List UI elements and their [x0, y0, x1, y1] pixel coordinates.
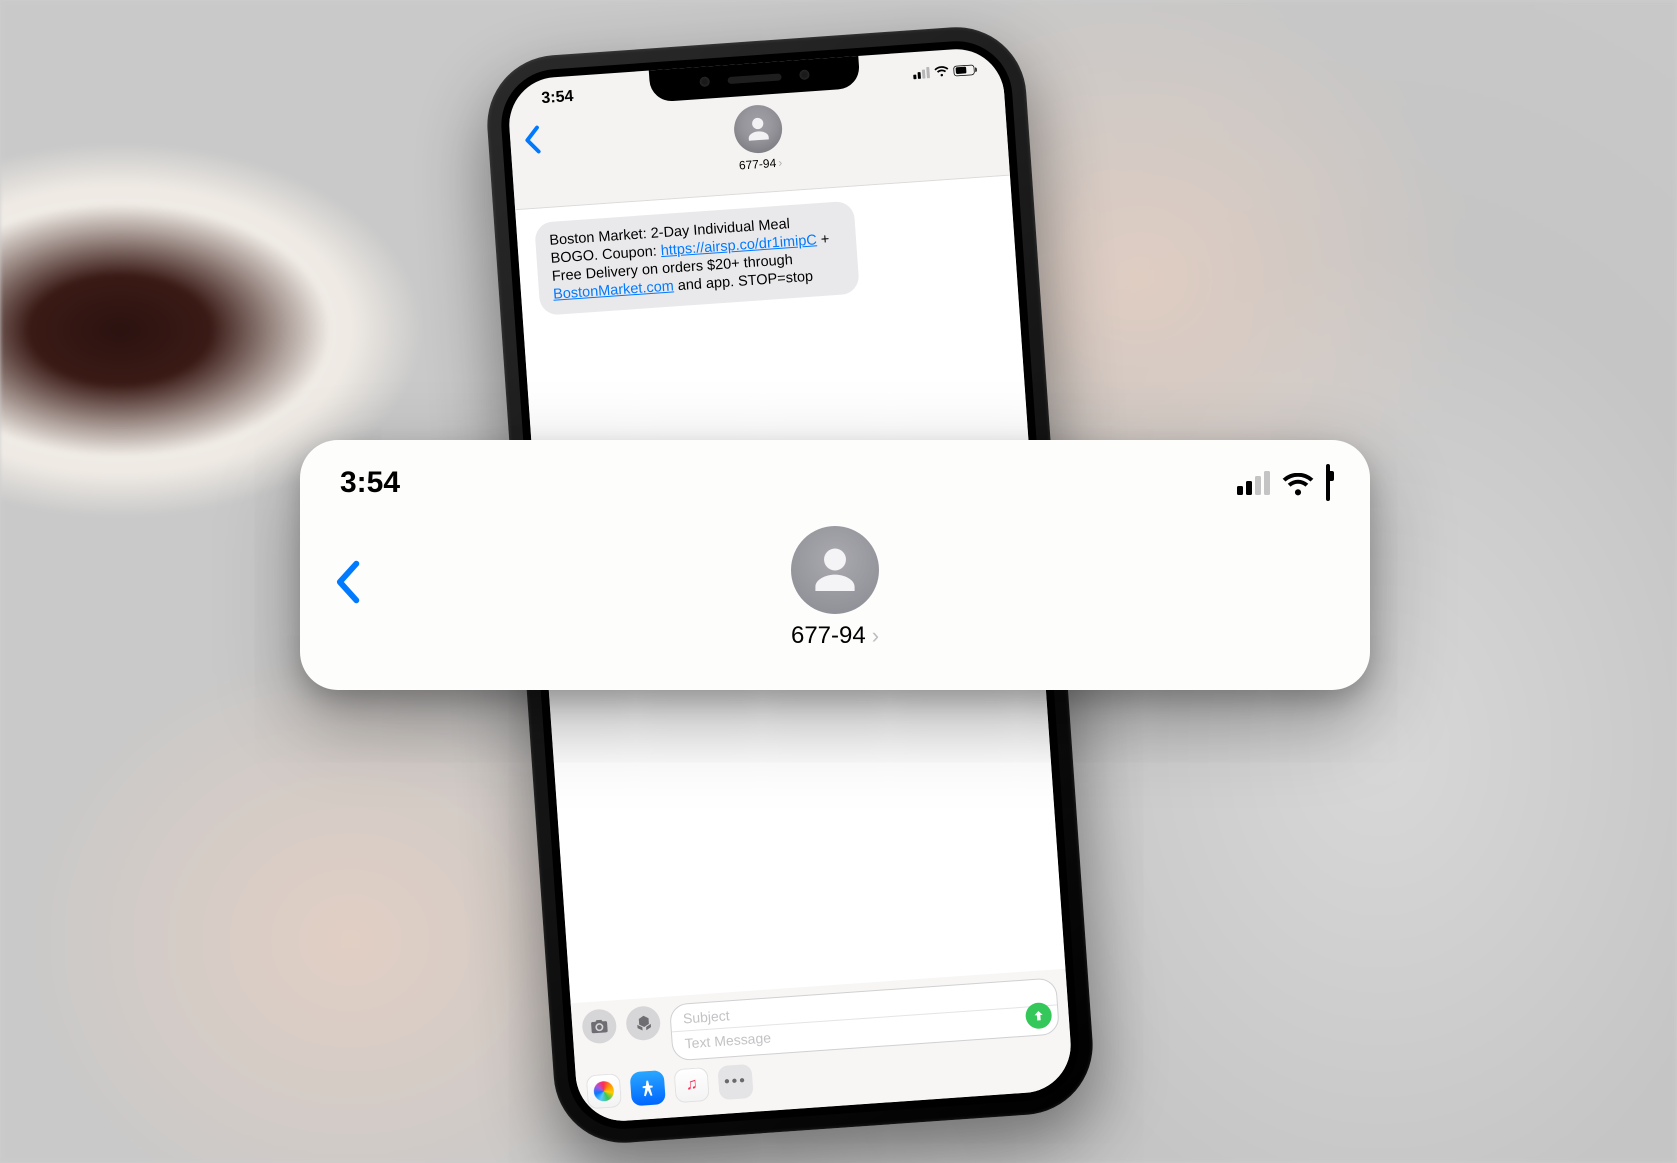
apps-button[interactable]	[625, 1005, 661, 1041]
send-button[interactable]	[1025, 1002, 1053, 1030]
back-button[interactable]	[523, 124, 544, 162]
contact-header[interactable]: 677-94 ›	[733, 103, 785, 172]
contact-avatar-icon	[791, 526, 879, 614]
chevron-right-icon: ›	[872, 623, 879, 649]
contact-avatar-icon	[733, 103, 784, 154]
wifi-icon	[1282, 471, 1314, 495]
message-bubble[interactable]: Boston Market: 2-Day Individual Meal BOG…	[534, 201, 860, 316]
battery-icon	[953, 64, 975, 76]
app-store-icon[interactable]	[630, 1070, 666, 1106]
contact-header[interactable]: 677-94 ›	[340, 522, 1330, 650]
status-time: 3:54	[535, 88, 574, 109]
sensor-icon	[799, 69, 810, 80]
cellular-signal-icon	[1237, 471, 1270, 495]
battery-icon	[1326, 466, 1330, 500]
front-camera-icon	[699, 76, 710, 87]
more-apps-button[interactable]: •••	[717, 1064, 753, 1100]
camera-button[interactable]	[581, 1008, 617, 1044]
header-callout: 3:54 677-94 ›	[300, 440, 1370, 690]
contact-name: 677-94	[791, 622, 866, 650]
photos-app-icon[interactable]	[586, 1073, 622, 1109]
wifi-icon	[934, 65, 950, 77]
speaker-grille-icon	[727, 73, 781, 84]
chevron-right-icon: ›	[778, 156, 783, 170]
cellular-signal-icon	[913, 66, 930, 78]
music-app-icon[interactable]: ♫	[673, 1067, 709, 1103]
callout-status-bar: 3:54	[340, 466, 1330, 500]
contact-name: 677-94	[738, 156, 776, 173]
callout-time: 3:54	[340, 466, 400, 500]
back-button[interactable]	[336, 560, 362, 609]
